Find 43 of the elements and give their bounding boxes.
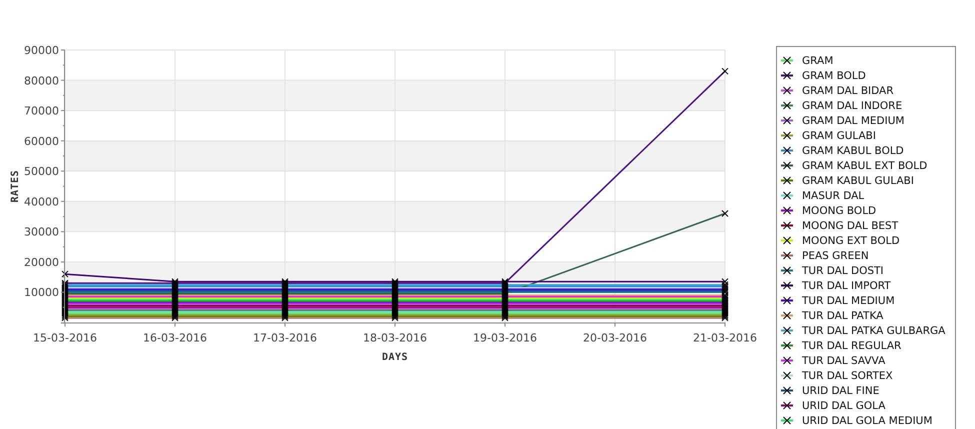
legend-label: URID DAL GOLA bbox=[802, 400, 886, 412]
legend-label: TUR DAL REGULAR bbox=[802, 340, 902, 352]
legend-label: GRAM bbox=[802, 54, 834, 66]
tick-label: 50000 bbox=[24, 165, 59, 178]
legend-label: TUR DAL SAVVA bbox=[802, 354, 886, 366]
legend-label: GRAM DAL BIDAR bbox=[802, 84, 894, 96]
tick-label: 80000 bbox=[24, 74, 59, 88]
legend-label: URID DAL FINE bbox=[802, 384, 880, 396]
legend-label: GRAM DAL INDORE bbox=[802, 100, 902, 112]
legend-label: TUR DAL PATKA GULBARGA bbox=[802, 324, 946, 336]
tick-label: 16-03-2016 bbox=[143, 332, 207, 344]
axis-title: DAYS bbox=[382, 352, 408, 363]
legend-label: GRAM KABUL BOLD bbox=[802, 144, 904, 156]
tick-label: 20-03-2016 bbox=[583, 332, 647, 344]
tick-label: 90000 bbox=[24, 44, 59, 57]
tick-label: 60000 bbox=[24, 134, 59, 148]
legend-label: GRAM KABUL EXT BOLD bbox=[802, 160, 928, 172]
tick-label: 30000 bbox=[24, 226, 59, 239]
tick-label: 10000 bbox=[24, 286, 59, 300]
tick-label: 15-03-2016 bbox=[33, 332, 97, 344]
legend-label: URID DAL GOLA MEDIUM bbox=[802, 414, 932, 426]
axis-title: RATES bbox=[10, 170, 21, 203]
legend-label: GRAM BOLD bbox=[802, 70, 866, 82]
legend-label: MOONG EXT BOLD bbox=[802, 234, 900, 246]
legend-label: TUR DAL MEDIUM bbox=[802, 294, 895, 306]
legend-label: PEAS GREEN bbox=[802, 250, 869, 262]
legend-label: TUR DAL SORTEX bbox=[802, 370, 893, 382]
tick-label: 21-03-2016 bbox=[693, 332, 757, 344]
tick-label: 17-03-2016 bbox=[253, 332, 317, 344]
tick-label: 19-03-2016 bbox=[473, 332, 537, 344]
legend-label: TUR DAL DOSTI bbox=[802, 264, 884, 276]
legend-label: MASUR DAL bbox=[802, 190, 864, 202]
tick-label: 18-03-2016 bbox=[363, 332, 427, 344]
legend-label: GRAM GULABI bbox=[802, 130, 876, 142]
legend-label: TUR DAL PATKA bbox=[802, 310, 884, 322]
tick-label: 40000 bbox=[24, 195, 59, 208]
tick-label: 70000 bbox=[24, 104, 59, 118]
tick-label: 20000 bbox=[24, 256, 59, 269]
legend-label: GRAM DAL MEDIUM bbox=[802, 114, 904, 126]
legend-label: GRAM KABUL GULABI bbox=[802, 174, 914, 186]
legend-label: MOONG DAL BEST bbox=[802, 220, 898, 232]
legend-label: TUR DAL IMPORT bbox=[802, 280, 891, 292]
legend-label: MOONG BOLD bbox=[802, 204, 876, 216]
